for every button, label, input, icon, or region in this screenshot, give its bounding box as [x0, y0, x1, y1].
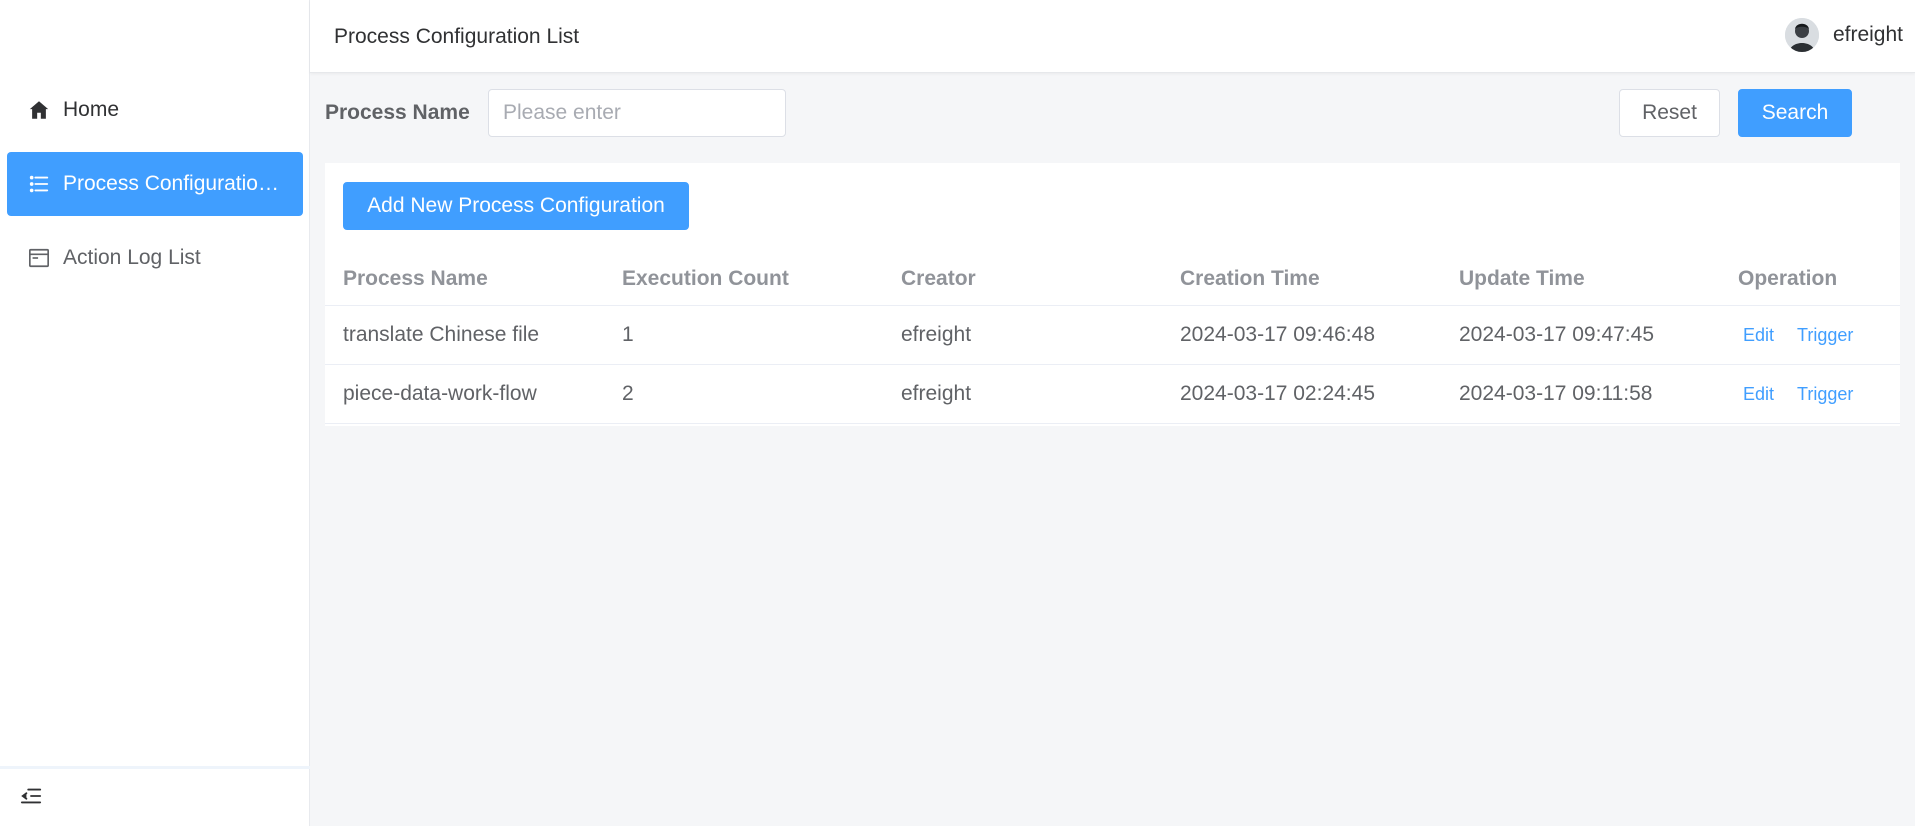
user-name: efreight — [1832, 23, 1903, 46]
window-icon — [27, 246, 51, 270]
process-name-label: Process Name — [325, 101, 470, 124]
collapse-menu-icon[interactable] — [20, 785, 44, 809]
operation-cell: Edit Trigger — [1738, 306, 1871, 364]
column-header: Process Name — [343, 267, 488, 290]
creator-cell: efreight — [901, 382, 972, 405]
reset-button[interactable]: Reset — [1619, 89, 1720, 137]
edit-link[interactable]: Edit — [1743, 384, 1774, 405]
user-menu[interactable]: efreight — [1784, 18, 1903, 52]
execution-count-cell: 2 — [622, 382, 634, 405]
creator-cell: efreight — [901, 323, 972, 346]
trigger-link[interactable]: Trigger — [1797, 325, 1853, 346]
column-header: Operation — [1738, 267, 1838, 290]
content-card: Add New Process Configuration Process Na… — [325, 163, 1900, 426]
home-icon — [27, 98, 51, 122]
process-table: Process Name Execution Count Creator Cre… — [325, 253, 1900, 424]
sidebar-menu: Home Process Configuration List Action L… — [0, 78, 310, 300]
search-button[interactable]: Search — [1738, 89, 1852, 137]
sidebar-item-label: Action Log List — [63, 246, 201, 269]
execution-count-cell: 1 — [622, 323, 634, 346]
sidebar-item-action-log[interactable]: Action Log List — [7, 226, 303, 290]
process-name-cell: translate Chinese file — [343, 323, 540, 346]
creation-time-cell: 2024-03-17 02:24:45 — [1180, 382, 1375, 405]
column-header: Update Time — [1459, 267, 1585, 290]
sidebar-footer — [0, 766, 310, 826]
table-row: translate Chinese file 1 efreight 2024-0… — [325, 306, 1900, 365]
sidebar-item-label: Home — [63, 98, 120, 121]
list-icon — [27, 172, 51, 196]
sidebar-item-home[interactable]: Home — [7, 78, 303, 142]
table-row: piece-data-work-flow 2 efreight 2024-03-… — [325, 365, 1900, 424]
operation-cell: Edit Trigger — [1738, 365, 1871, 423]
column-header: Creator — [901, 267, 976, 290]
process-name-cell: piece-data-work-flow — [343, 382, 537, 405]
trigger-link[interactable]: Trigger — [1797, 384, 1853, 405]
search-form: Process Name Reset Search — [325, 89, 1900, 137]
sidebar-item-process-configuration[interactable]: Process Configuration List — [7, 152, 303, 216]
top-header: Process Configuration List efreight — [310, 0, 1915, 73]
avatar[interactable] — [1784, 18, 1819, 52]
page-title: Process Configuration List — [334, 25, 580, 48]
add-process-configuration-button[interactable]: Add New Process Configuration — [343, 182, 689, 230]
sidebar-item-label: Process Configuration List — [63, 172, 283, 195]
column-header: Execution Count — [622, 267, 789, 290]
update-time-cell: 2024-03-17 09:11:58 — [1459, 382, 1653, 405]
creation-time-cell: 2024-03-17 09:46:48 — [1180, 323, 1375, 346]
update-time-cell: 2024-03-17 09:47:45 — [1459, 323, 1654, 346]
edit-link[interactable]: Edit — [1743, 325, 1774, 346]
sidebar: Home Process Configuration List Action L… — [0, 0, 310, 826]
column-header: Creation Time — [1180, 267, 1320, 290]
table-header: Process Name Execution Count Creator Cre… — [325, 253, 1900, 306]
process-name-input[interactable] — [488, 89, 786, 137]
